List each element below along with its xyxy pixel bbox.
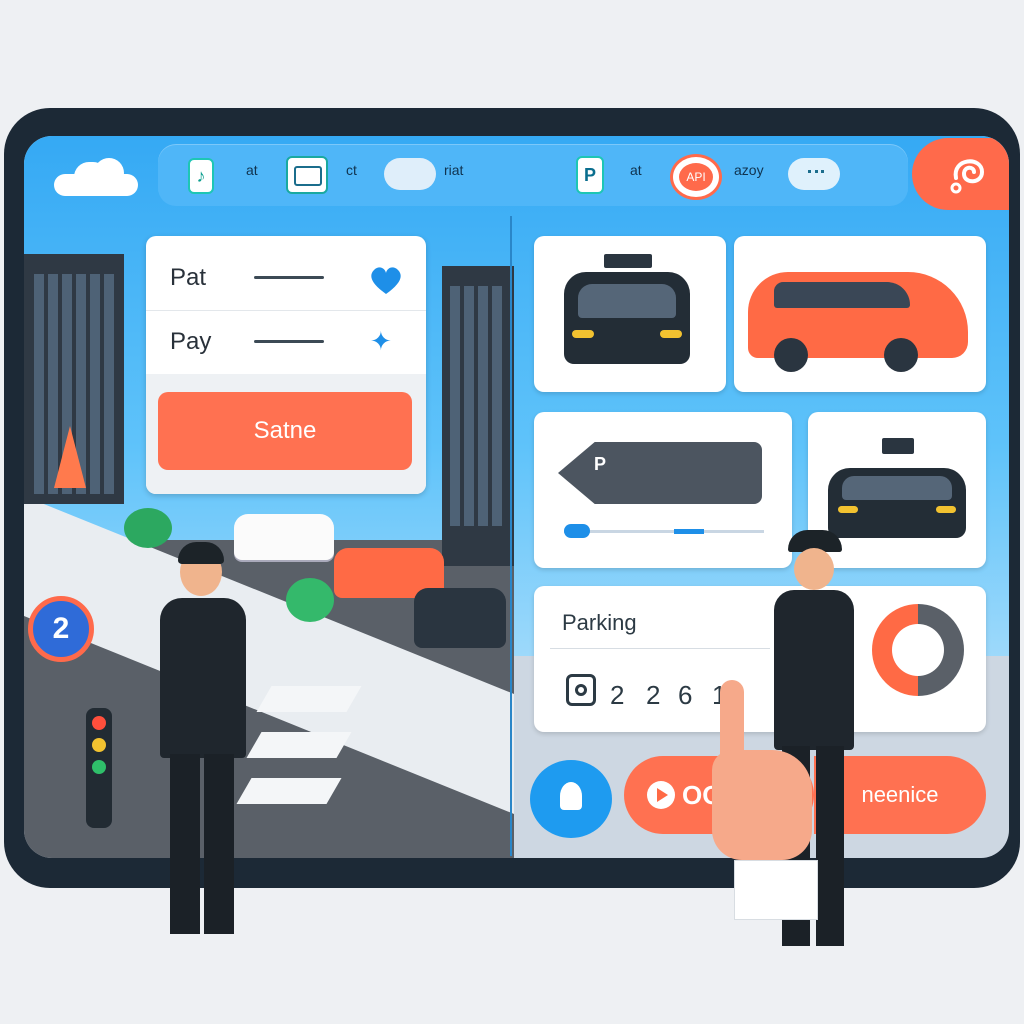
music-icon[interactable]: ♪ — [188, 158, 214, 194]
location-button[interactable] — [530, 760, 612, 838]
bird-icon[interactable]: ✦ — [370, 326, 402, 358]
api-badge[interactable]: API — [670, 154, 722, 200]
nav-label[interactable]: ct — [346, 162, 357, 178]
confirm-button-label: neenice — [861, 782, 939, 807]
parking-icon: P — [594, 454, 607, 474]
top-nav-bar: ♪ at ct riat P at API azoy — [158, 144, 908, 206]
parking-digit: 6 — [678, 680, 693, 710]
parking-sign: 2 — [28, 596, 94, 662]
nav-label[interactable]: at — [246, 162, 258, 178]
parking-digit: 2 — [646, 680, 661, 710]
car-dark — [414, 588, 506, 648]
pointing-hand-icon — [712, 680, 822, 940]
tree-icon — [124, 508, 172, 548]
camera-icon[interactable] — [566, 674, 596, 706]
sign-number: 2 — [52, 612, 70, 645]
nav-label[interactable]: azoy — [734, 162, 764, 178]
cloud-icon — [54, 158, 138, 196]
parking-digit: 2 — [610, 680, 625, 710]
pay-card: Pat Pay ✦ Satne — [146, 236, 426, 494]
play-icon — [647, 781, 675, 809]
cloud-icon[interactable] — [384, 158, 436, 190]
api-badge-text: API — [679, 163, 713, 191]
map-tile[interactable]: P — [534, 412, 792, 568]
heart-icon[interactable] — [368, 264, 404, 296]
car-tile-orange-van[interactable] — [734, 236, 986, 392]
car-tile-taxi[interactable] — [534, 236, 726, 392]
pay-row-slider[interactable] — [254, 340, 324, 343]
nav-label[interactable]: riat — [444, 162, 463, 178]
traffic-light-icon — [86, 708, 112, 828]
nav-label[interactable]: at — [630, 162, 642, 178]
parking-title: Parking — [562, 610, 637, 635]
traffic-cone-icon — [54, 426, 86, 488]
tree-icon — [286, 578, 334, 622]
person-businessman — [150, 542, 270, 938]
route-slider[interactable] — [564, 524, 764, 538]
pay-row-label: Pat — [170, 264, 207, 291]
panel-icon[interactable] — [286, 156, 328, 194]
right-divider — [510, 216, 512, 856]
building-right — [442, 266, 514, 566]
swirl-icon[interactable] — [912, 138, 1009, 210]
pay-row-label: Pay — [170, 328, 212, 355]
pay-row-slider[interactable] — [254, 276, 324, 279]
progress-ring — [872, 604, 964, 696]
parking-icon[interactable]: P — [576, 156, 604, 194]
chat-icon[interactable] — [788, 158, 840, 190]
satne-button[interactable]: Satne — [158, 392, 412, 470]
